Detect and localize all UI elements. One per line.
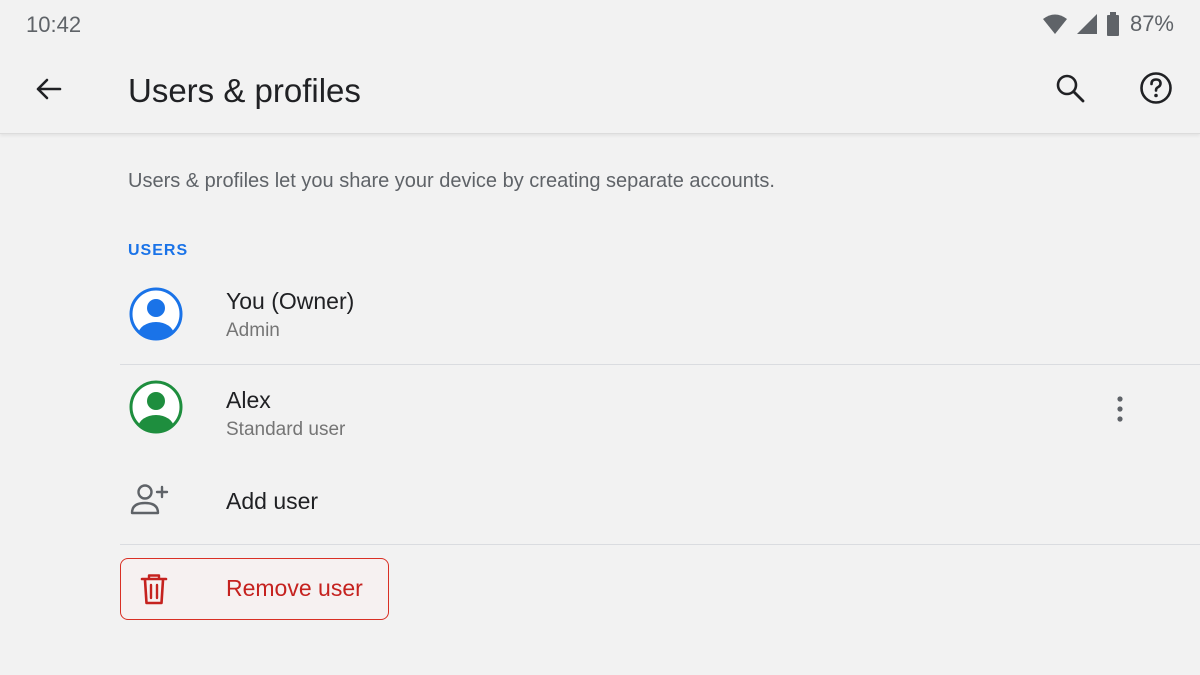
user-row-owner[interactable]: You (Owner) Admin	[120, 272, 1200, 364]
user-role: Standard user	[226, 419, 346, 440]
add-user-row[interactable]: Add user	[120, 460, 1200, 544]
trash-icon	[137, 572, 171, 606]
person-add-icon	[130, 482, 170, 516]
settings-screen: 10:42 87% Users & profiles Users & profi…	[0, 0, 1200, 675]
battery-percent: 87%	[1129, 11, 1174, 36]
status-bar: 10:42 87%	[0, 0, 1200, 48]
more-vertical-icon	[1116, 395, 1124, 427]
help-icon	[1139, 71, 1173, 110]
user-row-alex[interactable]: Alex Standard user	[120, 365, 1200, 457]
user-name: You (Owner)	[226, 288, 355, 314]
add-user-label: Add user	[226, 488, 319, 514]
app-bar: Users & profiles	[0, 48, 1200, 134]
help-button[interactable]	[1132, 68, 1180, 112]
search-button[interactable]	[1046, 68, 1094, 112]
user-name: Alex	[226, 387, 271, 413]
back-button[interactable]	[24, 70, 72, 112]
user-options-button[interactable]	[1100, 391, 1140, 431]
search-icon	[1054, 72, 1086, 109]
status-icons: 87%	[1042, 10, 1174, 38]
status-time: 10:42	[26, 12, 82, 37]
avatar-owner	[128, 286, 184, 342]
wifi-icon	[1042, 13, 1068, 35]
user-role: Admin	[226, 320, 280, 341]
page-title: Users & profiles	[128, 72, 361, 109]
cell-signal-icon	[1076, 13, 1098, 35]
remove-user-button[interactable]: Remove user	[120, 558, 389, 620]
remove-user-label: Remove user	[226, 575, 363, 601]
battery-icon	[1106, 12, 1120, 36]
section-header-users: USERS	[128, 242, 189, 259]
avatar-alex	[128, 379, 184, 435]
divider	[120, 544, 1200, 545]
arrow-left-icon	[33, 74, 63, 109]
page-description: Users & profiles let you share your devi…	[128, 170, 775, 192]
